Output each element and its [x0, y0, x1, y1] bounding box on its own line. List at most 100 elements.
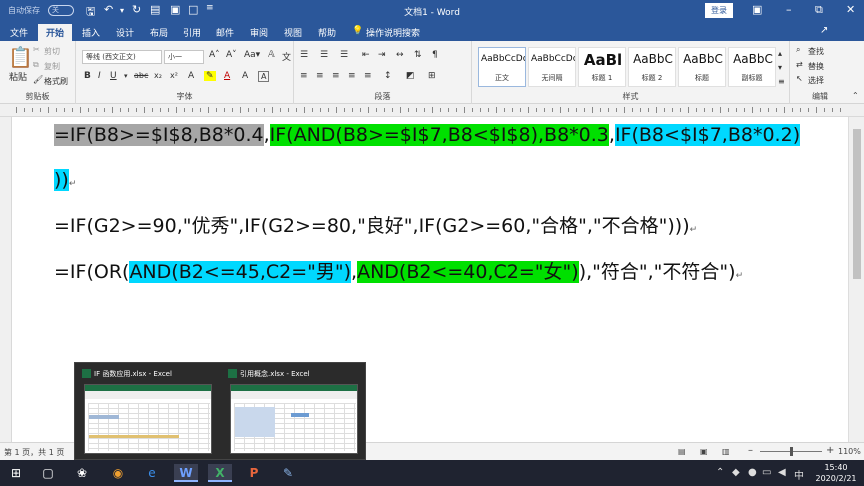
- paste-button[interactable]: 粘贴: [9, 70, 27, 83]
- numbering-icon[interactable]: ☰: [320, 50, 328, 60]
- zoom-slider-thumb[interactable]: [790, 447, 793, 456]
- format-painter-button[interactable]: 格式刷: [44, 76, 68, 87]
- tab-view[interactable]: 视图: [284, 26, 302, 39]
- decrease-indent-icon[interactable]: ⇤: [362, 50, 370, 60]
- cut-icon[interactable]: ✂: [33, 45, 40, 54]
- tab-help[interactable]: 帮助: [318, 26, 336, 39]
- styles-scroll-down-icon[interactable]: ▾: [778, 63, 782, 72]
- show-marks-icon[interactable]: ¶: [432, 50, 438, 60]
- multilevel-list-icon[interactable]: ☰: [340, 50, 348, 60]
- shrink-font-icon[interactable]: A˅: [226, 50, 237, 60]
- char-shading-icon[interactable]: A: [242, 71, 248, 81]
- edge-icon[interactable]: e: [140, 464, 164, 482]
- highlight-color-icon[interactable]: ✎: [204, 71, 216, 81]
- print-preview-icon[interactable]: ▤: [150, 3, 160, 16]
- tray-app-icon[interactable]: ◆: [732, 467, 740, 478]
- formula-line-4[interactable]: =IF(OR(AND(B2<=45,C2="男"),AND(B2<=40,C2=…: [54, 259, 743, 286]
- save-icon[interactable]: 🖫: [86, 3, 95, 22]
- undo-dropdown-icon[interactable]: ▾: [120, 6, 124, 15]
- cut-button[interactable]: 剪切: [44, 46, 60, 57]
- underline-icon[interactable]: U: [110, 71, 117, 81]
- borders-icon[interactable]: ⊞: [428, 71, 436, 81]
- ime-indicator[interactable]: 中: [794, 467, 804, 482]
- align-center-icon[interactable]: ≡: [316, 71, 324, 81]
- tray-app2-icon[interactable]: ●: [748, 467, 757, 478]
- line-spacing-icon[interactable]: ↕: [384, 71, 392, 81]
- style-no-spacing[interactable]: AaBbCcDc 无间隔: [528, 47, 576, 87]
- word-taskbar-icon[interactable]: W: [174, 464, 198, 482]
- vertical-ruler[interactable]: [0, 117, 12, 442]
- formula-line-3[interactable]: =IF(G2>=90,"优秀",IF(G2>=80,"良好",IF(G2>=60…: [54, 213, 697, 240]
- change-case-icon[interactable]: Aa▾: [244, 50, 260, 60]
- grow-font-icon[interactable]: A˄: [209, 50, 220, 60]
- horizontal-ruler[interactable]: [0, 104, 864, 117]
- close-icon[interactable]: ✕: [846, 3, 855, 16]
- align-left-icon[interactable]: ≡: [300, 71, 308, 81]
- formula-line-1[interactable]: =IF(B8>=$I$8,B8*0.4,IF(AND(B8>=$I$7,B8<$…: [54, 122, 801, 149]
- tab-review[interactable]: 审阅: [250, 26, 268, 39]
- text-effects-icon[interactable]: A: [188, 71, 194, 81]
- page-info[interactable]: 第 1 页，共 1 页: [4, 447, 64, 458]
- tab-insert[interactable]: 插入: [82, 26, 100, 39]
- select-icon[interactable]: ↖: [796, 74, 803, 83]
- increase-indent-icon[interactable]: ⇥: [378, 50, 386, 60]
- clear-formatting-icon[interactable]: 𝔸: [268, 50, 275, 60]
- paint-icon[interactable]: ✎: [276, 464, 300, 482]
- strikethrough-icon[interactable]: abc: [134, 71, 148, 80]
- style-normal[interactable]: AaBbCcDc 正文: [478, 47, 526, 87]
- login-button[interactable]: 登录: [705, 3, 733, 18]
- style-title[interactable]: AaBbC 标题: [678, 47, 726, 87]
- print-layout-icon[interactable]: ▣: [700, 447, 708, 456]
- minimize-icon[interactable]: –: [786, 3, 792, 16]
- app-icon[interactable]: ❀: [70, 464, 94, 482]
- copy-icon[interactable]: ⧉: [33, 60, 39, 70]
- clock[interactable]: 15:40 2020/2/21: [812, 462, 860, 484]
- font-name-select[interactable]: 等线 (西文正文): [82, 50, 162, 64]
- customize-qat-icon[interactable]: ≡: [206, 3, 214, 13]
- vertical-scrollbar[interactable]: [848, 117, 864, 442]
- share-icon[interactable]: ↗: [820, 25, 828, 36]
- replace-icon[interactable]: ⇄: [796, 60, 803, 69]
- autosave-toggle[interactable]: 关: [48, 5, 74, 16]
- subscript-icon[interactable]: x₂: [154, 71, 162, 80]
- tab-mailings[interactable]: 邮件: [216, 26, 234, 39]
- touch-mode-icon[interactable]: ▣: [170, 3, 180, 16]
- style-heading-1[interactable]: AaBl 标题 1: [578, 47, 626, 87]
- italic-icon[interactable]: I: [98, 71, 101, 81]
- format-painter-icon[interactable]: 🖌: [33, 75, 43, 84]
- font-size-select[interactable]: 小一: [164, 50, 204, 64]
- select-button[interactable]: 选择: [808, 75, 824, 86]
- start-icon[interactable]: ⊞: [4, 464, 28, 482]
- align-right-icon[interactable]: ≡: [332, 71, 340, 81]
- phonetic-guide-icon[interactable]: 文: [282, 50, 291, 63]
- underline-dropdown-icon[interactable]: ▾: [124, 72, 128, 80]
- powerpoint-taskbar-icon[interactable]: P: [242, 464, 266, 482]
- zoom-in-icon[interactable]: +: [826, 445, 834, 456]
- tab-design[interactable]: 设计: [116, 26, 134, 39]
- formula-line-2[interactable]: ))↵: [54, 167, 76, 194]
- chinese-layout-icon[interactable]: ↔: [396, 50, 404, 60]
- bullets-icon[interactable]: ☰: [300, 50, 308, 60]
- redo-icon[interactable]: ↻: [132, 3, 141, 16]
- tell-me-search[interactable]: 操作说明搜索: [366, 26, 420, 39]
- style-subtitle[interactable]: AaBbC 副标题: [728, 47, 776, 87]
- shading-icon[interactable]: ◩: [406, 71, 415, 81]
- sort-icon[interactable]: ⇅: [414, 50, 422, 60]
- bold-icon[interactable]: B: [84, 71, 91, 81]
- tray-chevron-icon[interactable]: ⌃: [716, 467, 724, 478]
- tab-layout[interactable]: 布局: [150, 26, 168, 39]
- char-border-icon[interactable]: A: [258, 71, 270, 82]
- superscript-icon[interactable]: x²: [170, 71, 178, 80]
- tab-home[interactable]: 开始: [38, 24, 73, 41]
- styles-more-icon[interactable]: ≡: [778, 77, 785, 86]
- replace-button[interactable]: 替换: [808, 61, 824, 72]
- zoom-out-icon[interactable]: –: [748, 445, 753, 456]
- window-thumbnail-1[interactable]: IF 函数应用.xlsx - Excel: [78, 366, 218, 458]
- screenshot-icon[interactable]: □: [188, 3, 198, 16]
- collapse-ribbon-icon[interactable]: ⌃: [852, 91, 859, 100]
- scrollbar-thumb[interactable]: [853, 129, 861, 279]
- tab-file[interactable]: 文件: [10, 26, 28, 39]
- chrome-icon[interactable]: ◉: [106, 464, 130, 482]
- network-icon[interactable]: ▭: [762, 467, 771, 478]
- window-thumbnail-2[interactable]: 引用概念.xlsx - Excel: [224, 366, 364, 458]
